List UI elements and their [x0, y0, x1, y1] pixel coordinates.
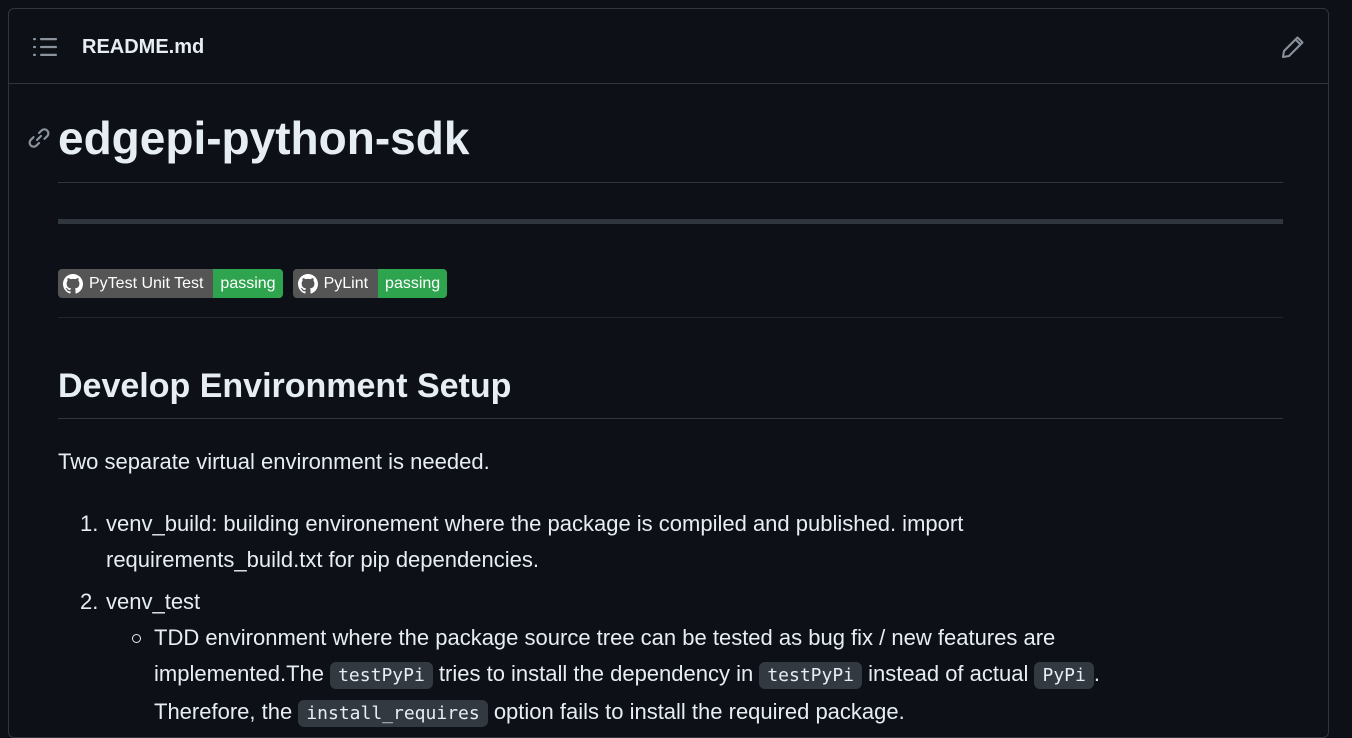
- badge-label-part: PyTest Unit Test: [58, 269, 214, 298]
- list-unordered-icon[interactable]: [31, 35, 59, 59]
- list-item: 2. venv_test: [58, 584, 1283, 620]
- file-name: README.md: [82, 36, 205, 58]
- pylint-badge[interactable]: PyLint passing: [292, 269, 448, 298]
- text-span: implemented.The: [154, 661, 331, 686]
- text-span: tries to install the dependency in: [432, 661, 760, 686]
- list-item-text: venv_build: building environement where …: [106, 511, 964, 536]
- text-span: option fails to install the required pac…: [487, 699, 905, 724]
- sub-list-item: TDD environment where the package source…: [58, 620, 1283, 732]
- text-span: instead of actual: [862, 661, 1035, 686]
- badge-row: PyTest Unit Test passing PyLint passing: [58, 269, 448, 299]
- sub-list-text: TDD environment where the package source…: [154, 625, 1056, 650]
- readme-header: README.md: [9, 9, 1328, 84]
- text-span: Therefore, the: [154, 699, 299, 724]
- title-row: edgepi-python-sdk: [28, 84, 1283, 183]
- section-heading: Develop Environment Setup: [58, 367, 512, 405]
- divider: [58, 418, 1283, 419]
- badge-label: PyTest Unit Test: [89, 275, 204, 292]
- circle-bullet-icon: [132, 634, 141, 643]
- readme-body: edgepi-python-sdk PyTest Unit Test passi…: [28, 84, 1283, 727]
- horizontal-rule: [58, 219, 1283, 224]
- intro-paragraph: Two separate virtual environment is need…: [58, 449, 490, 474]
- badge-label: PyLint: [323, 275, 369, 292]
- badge-status: passing: [378, 269, 448, 298]
- sub-list-text: Therefore, the install_requires option f…: [154, 694, 1283, 732]
- list-item-text: requirements_build.txt for pip dependenc…: [106, 547, 539, 572]
- list-number: 1.: [80, 511, 99, 536]
- badge-label-part: PyLint: [292, 269, 379, 298]
- pencil-icon[interactable]: [1280, 34, 1306, 60]
- link-icon[interactable]: [26, 125, 52, 151]
- inline-code: testPyPi: [759, 662, 863, 689]
- inline-code: install_requires: [298, 700, 488, 727]
- github-icon: [63, 273, 83, 294]
- inline-code: PyPi: [1034, 662, 1094, 689]
- page-title: edgepi-python-sdk: [58, 112, 470, 164]
- list-number: 2.: [80, 589, 99, 614]
- badge-status: passing: [213, 269, 283, 298]
- sub-list-text: implemented.The testPyPi tries to instal…: [154, 656, 1283, 694]
- inline-code: testPyPi: [330, 662, 433, 689]
- list-item: 1. venv_build: building environement whe…: [58, 506, 1283, 578]
- text-span: .: [1093, 661, 1100, 686]
- readme-container: README.md edgepi-python-sdk PyTest Unit …: [8, 8, 1329, 738]
- divider: [58, 317, 1283, 318]
- pytest-badge[interactable]: PyTest Unit Test passing: [58, 269, 283, 298]
- list-item-text: venv_test: [106, 589, 201, 614]
- github-icon: [297, 273, 318, 294]
- ordered-list: 1. venv_build: building environement whe…: [58, 506, 1283, 732]
